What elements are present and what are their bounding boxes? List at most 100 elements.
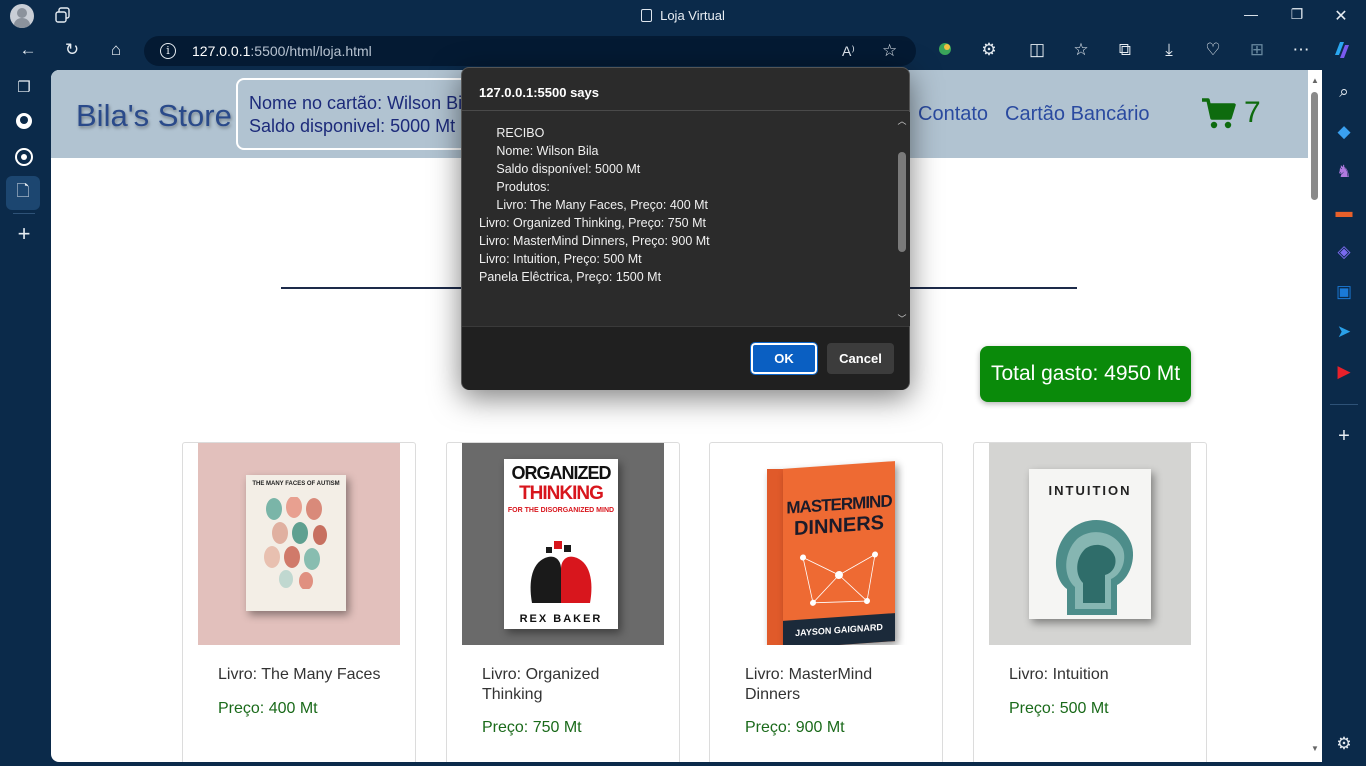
chevron-up-icon[interactable]: ︿: [897, 114, 907, 127]
product-price: Preço: 400 Mt: [218, 700, 318, 717]
product-name: Livro: MasterMind Dinners: [745, 666, 873, 703]
head-silhouette-icon: [1056, 519, 1134, 615]
tab-actions-icon[interactable]: ❐: [13, 78, 35, 100]
github-tab-icon[interactable]: [13, 112, 35, 134]
cancel-button[interactable]: Cancel: [827, 343, 894, 374]
nav-contato[interactable]: Contato: [918, 103, 988, 126]
home-icon[interactable]: ⌂: [105, 40, 127, 62]
window-title: Loja Virtual: [0, 8, 1366, 23]
divider: [13, 213, 35, 214]
back-icon[interactable]: ←: [17, 40, 39, 62]
product-card[interactable]: INTUITION Livro: Intuition Preço: 500 Mt: [973, 442, 1207, 762]
product-image: THE MANY FACES OF AUTISM: [198, 443, 400, 645]
copilot-side-icon[interactable]: ◈: [1333, 242, 1355, 264]
shopping-tag-icon[interactable]: ◆: [1333, 122, 1355, 144]
copilot-icon[interactable]: [1331, 39, 1353, 61]
telegram-icon[interactable]: ➤: [1333, 322, 1355, 344]
page-tab-icon[interactable]: 🗋: [12, 182, 34, 204]
cover-title: ORGANIZED: [511, 463, 612, 483]
receipt-line: Livro: Intuition, Preço: 500 Mt: [479, 252, 642, 266]
cover-subtitle: FOR THE DISORGANIZED MIND: [507, 507, 615, 514]
read-aloud-icon[interactable]: A⁾: [842, 36, 855, 66]
product-name: Livro: Intuition: [1009, 666, 1109, 683]
url-host: 127.0.0.1: [192, 43, 251, 59]
book-cover: ORGANIZED THINKING FOR THE DISORGANIZED …: [504, 459, 618, 629]
minimize-button[interactable]: —: [1236, 6, 1266, 22]
edge-sidebar: ⌕ ◆ ♞ ▬ ◈ ▣ ➤ ▶ + ⚙: [1322, 70, 1366, 766]
total-spent-badge: Total gasto: 4950 Mt: [980, 346, 1191, 402]
receipt-line: RECIBO: [479, 126, 545, 140]
receipt-line: Panela Elêctrica, Preço: 1500 Mt: [479, 270, 662, 284]
dialog-footer: OK Cancel: [462, 326, 909, 390]
faces-illustration-icon: [264, 497, 327, 589]
new-tab-icon[interactable]: +: [13, 223, 35, 246]
outlook-icon[interactable]: ▣: [1333, 282, 1355, 304]
add-sidebar-app-icon[interactable]: +: [1333, 426, 1355, 448]
site-info-icon[interactable]: i: [160, 43, 176, 59]
close-window-button[interactable]: ✕: [1326, 6, 1356, 26]
book-spine: [767, 469, 783, 645]
cover-title: THE MANY FACES OF AUTISM: [252, 481, 340, 487]
receipt-line: Nome: Wilson Bila: [479, 144, 599, 158]
dialog-divider: [462, 110, 909, 111]
receipt-line: Produtos:: [479, 180, 550, 194]
product-image: MASTERMIND DINNERS JAYSON GAIGNARD: [725, 443, 927, 645]
url-path: :5500/html/loja.html: [250, 43, 372, 59]
downloads-icon[interactable]: ⤓: [1158, 40, 1180, 62]
cover-title: INTUITION: [1048, 483, 1132, 498]
dialog-message: RECIBO Nome: Wilson Bila Saldo disponíve…: [462, 112, 894, 326]
address-bar[interactable]: i 127.0.0.1:5500/html/loja.html A⁾ ☆: [144, 36, 916, 66]
scrollbar-thumb[interactable]: [1311, 92, 1318, 200]
store-logo[interactable]: Bila's Store: [76, 98, 232, 134]
extensions-icon[interactable]: ⚙: [978, 40, 1000, 62]
product-card[interactable]: ORGANIZED THINKING FOR THE DISORGANIZED …: [446, 442, 680, 762]
nav-cartao-bancario[interactable]: Cartão Bancário: [1005, 103, 1150, 126]
product-price: Preço: 750 Mt: [482, 719, 582, 736]
sidebar-settings-icon[interactable]: ⚙: [1333, 734, 1355, 756]
product-card[interactable]: MASTERMIND DINNERS JAYSON GAIGNARD Livro…: [709, 442, 943, 762]
heads-illustration-icon: [530, 541, 592, 603]
chatgpt-tab-icon[interactable]: [13, 148, 35, 170]
dialog-title: 127.0.0.1:5500 says: [479, 85, 599, 100]
product-image: ORGANIZED THINKING FOR THE DISORGANIZED …: [462, 443, 664, 645]
product-price: Preço: 900 Mt: [745, 719, 845, 736]
receipt-line: Livro: Organized Thinking, Preço: 750 Mt: [479, 216, 706, 230]
dialog-scroll-thumb[interactable]: [898, 152, 906, 252]
split-screen-icon[interactable]: ◫: [1026, 40, 1048, 62]
page-scrollbar[interactable]: ▲ ▼: [1308, 70, 1322, 762]
cart-icon[interactable]: [1201, 96, 1236, 132]
cart-count: 7: [1244, 96, 1261, 129]
favorite-star-icon[interactable]: ☆: [882, 36, 897, 66]
search-icon[interactable]: ⌕: [1333, 82, 1355, 104]
book-cover: THE MANY FACES OF AUTISM: [246, 475, 346, 611]
browser-chrome: Loja Virtual — ❐ ✕ ← ↻ ⌂ i 127.0.0.1:550…: [0, 0, 1366, 70]
favorites-icon[interactable]: ☆: [1070, 40, 1092, 62]
ok-button[interactable]: OK: [750, 342, 818, 375]
product-price: Preço: 500 Mt: [1009, 700, 1109, 717]
chevron-down-icon[interactable]: ﹀: [897, 312, 907, 325]
window-title-text: Loja Virtual: [660, 8, 725, 23]
product-image: INTUITION: [989, 443, 1191, 645]
book-cover: INTUITION: [1029, 469, 1151, 619]
games-icon[interactable]: ♞: [1333, 162, 1355, 184]
restore-button[interactable]: ❐: [1282, 6, 1312, 23]
dialog-scrollbar[interactable]: ︿ ﹀: [894, 112, 910, 326]
book-cover: MASTERMIND DINNERS JAYSON GAIGNARD: [783, 461, 895, 645]
refresh-icon[interactable]: ↻: [61, 40, 83, 62]
screenshot-icon[interactable]: ⊞: [1246, 40, 1268, 62]
more-menu-icon[interactable]: ⋯: [1290, 40, 1312, 62]
youtube-icon[interactable]: ▶: [1333, 362, 1355, 384]
alert-dialog: 127.0.0.1:5500 says RECIBO Nome: Wilson …: [461, 67, 910, 390]
tools-icon[interactable]: ▬: [1333, 202, 1355, 224]
scroll-up-icon[interactable]: ▲: [1311, 76, 1319, 85]
product-name: Livro: Organized Thinking: [482, 666, 600, 703]
scroll-down-icon[interactable]: ▼: [1311, 744, 1319, 753]
cover-author: REX BAKER: [519, 613, 603, 625]
divider: [1330, 404, 1358, 405]
page-icon: [641, 9, 653, 22]
product-card[interactable]: THE MANY FACES OF AUTISM Livro: The Many…: [182, 442, 416, 762]
performance-icon[interactable]: ♡: [1202, 40, 1224, 62]
vertical-tabs-sidebar: ❐ 🗋 +: [0, 70, 50, 766]
extension-color-icon[interactable]: [934, 40, 956, 62]
collections-icon[interactable]: ⧉: [1114, 40, 1136, 62]
